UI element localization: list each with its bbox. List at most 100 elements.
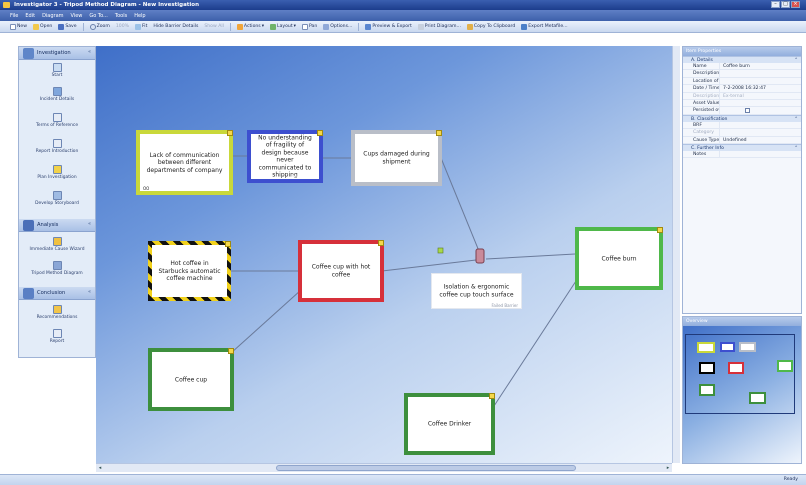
actions-button[interactable]: Actions ▾: [235, 22, 266, 31]
diagram-node-cups-damaged[interactable]: Cups damaged during shipment Preconditio…: [351, 130, 442, 186]
node-handle-icon[interactable]: [225, 241, 231, 247]
nav-item-label: Immediate Cause Wizard: [29, 247, 85, 252]
diagram-node-isolation-barrier[interactable]: Isolation & ergonomic coffee cup touch s…: [431, 273, 522, 309]
prop-value[interactable]: Undefined: [719, 136, 801, 143]
node-handle-icon[interactable]: [436, 130, 442, 136]
nav-group-analysis[interactable]: Analysis «: [19, 219, 95, 232]
prop-row-notes[interactable]: Notes: [683, 150, 801, 159]
node-handle-icon[interactable]: [657, 227, 663, 233]
menu-file[interactable]: File: [10, 13, 18, 19]
prop-row-brf[interactable]: BRF: [683, 121, 801, 130]
menu-goto[interactable]: Go To...: [89, 13, 107, 19]
zoom-value-field[interactable]: 100%: [114, 22, 131, 31]
scroll-right-icon[interactable]: ▸: [664, 464, 672, 472]
diagram-node-coffee-cup-with-hot-coffee[interactable]: Coffee cup with hot coffee Event: [298, 240, 384, 302]
preview-export-button[interactable]: Preview & Export: [363, 22, 413, 31]
preview-icon: [365, 23, 372, 30]
prop-value[interactable]: [719, 150, 801, 158]
diagram-node-coffee-burn[interactable]: Coffee burn Event: [575, 227, 663, 290]
hide-barrier-details-button[interactable]: Hide Barrier Details: [151, 22, 200, 31]
diagram-node-coffee-drinker[interactable]: Coffee Drinker Object: [404, 393, 495, 455]
prop-row-date-time[interactable]: Date / Time 7-2-2008 16:32:47: [683, 85, 801, 93]
prop-key: Date / Time: [693, 86, 719, 92]
menu-tools[interactable]: Tools: [115, 13, 127, 19]
collapse-chevron-icon[interactable]: «: [88, 221, 91, 227]
print-diagram-button[interactable]: Print Diagram...: [416, 22, 463, 31]
open-button[interactable]: Open: [31, 22, 54, 31]
menu-edit[interactable]: Edit: [25, 13, 35, 19]
diagram-canvas[interactable]: Lack of communication between different …: [96, 46, 672, 463]
prop-value[interactable]: [719, 121, 801, 129]
collapse-chevron-icon[interactable]: «: [88, 289, 91, 295]
node-handle-icon[interactable]: [489, 393, 495, 399]
close-icon[interactable]: ×: [791, 1, 800, 8]
nav-item-immediate-cause-wizard[interactable]: Immediate Cause Wizard: [19, 237, 95, 252]
menu-help[interactable]: Help: [134, 13, 145, 19]
section-further-info[interactable]: C. Further Info ⌃: [683, 143, 801, 152]
nav-item-report[interactable]: Report: [19, 329, 95, 344]
horizontal-scroll-thumb[interactable]: [276, 465, 576, 471]
nav-item-incident-details[interactable]: Incident Details: [19, 87, 95, 102]
barrier-filter-select[interactable]: Show All: [202, 22, 226, 31]
persisted-checkbox[interactable]: [745, 108, 750, 114]
prop-row-location[interactable]: Location of Event: [683, 77, 801, 86]
copy-clipboard-button[interactable]: Copy To Clipboard: [465, 22, 517, 31]
prop-value[interactable]: [719, 129, 801, 136]
prop-row-description-ext[interactable]: Description ExteEx-ternal: [683, 92, 801, 100]
prop-value[interactable]: [719, 77, 801, 85]
diagram-node-lack-of-communication[interactable]: Lack of communication between different …: [136, 130, 233, 195]
menu-view[interactable]: View: [71, 13, 83, 19]
save-button[interactable]: Save: [56, 22, 78, 31]
prop-value[interactable]: 7-2-2008 16:32:47: [719, 85, 801, 92]
prop-row-persisted[interactable]: Persisted over pa: [683, 107, 801, 115]
prop-row-name[interactable]: Name Coffee burn: [683, 63, 801, 71]
collapse-chevron-icon[interactable]: «: [88, 49, 91, 55]
options-button[interactable]: Options...: [321, 22, 354, 31]
zoom-button[interactable]: Zoom: [88, 22, 112, 31]
overview-map[interactable]: [683, 326, 801, 463]
node-handle-icon[interactable]: [378, 240, 384, 246]
pan-button[interactable]: Pan: [300, 22, 319, 31]
menu-diagram[interactable]: Diagram: [42, 13, 63, 19]
prop-row-description[interactable]: Description: [683, 70, 801, 78]
overview-viewport[interactable]: [685, 334, 795, 414]
vertical-scrollbar[interactable]: [672, 46, 680, 463]
prop-row-cause-type[interactable]: Cause Type Undefined: [683, 136, 801, 144]
maximize-icon[interactable]: □: [781, 1, 790, 8]
nav-item-tripod-method-diagram[interactable]: Tripod Method Diagram: [19, 261, 95, 276]
collapse-icon[interactable]: ⌃: [794, 57, 798, 64]
minimize-icon[interactable]: –: [771, 1, 780, 8]
prop-row-category[interactable]: Category: [683, 129, 801, 137]
node-handle-icon[interactable]: [228, 348, 234, 354]
section-classification[interactable]: B. Classification ⌃: [683, 114, 801, 123]
fit-button[interactable]: Fit: [133, 22, 149, 31]
connection-handle-icon[interactable]: [437, 247, 444, 254]
horizontal-scrollbar[interactable]: ◂ ▸: [96, 463, 672, 472]
new-button[interactable]: New: [8, 22, 29, 31]
layout-button[interactable]: Layout ▾: [268, 22, 298, 31]
barrier-marker-icon[interactable]: [475, 248, 485, 264]
nav-item-report-introduction[interactable]: Report Introduction: [19, 139, 95, 154]
prop-value[interactable]: Ex-ternal: [719, 92, 801, 99]
nav-item-start[interactable]: Start: [19, 63, 95, 78]
nav-item-terms-of-reference[interactable]: Terms of Reference: [19, 113, 95, 128]
prop-value[interactable]: Coffee burn: [719, 63, 801, 70]
diagram-node-no-understanding[interactable]: No understanding of fragility of design …: [247, 130, 323, 183]
scroll-left-icon[interactable]: ◂: [96, 464, 104, 472]
prop-row-asset-value[interactable]: Asset Value: [683, 99, 801, 108]
nav-item-recommendations[interactable]: Recommendations: [19, 305, 95, 320]
diagram-node-coffee-cup[interactable]: Coffee cup Object: [148, 348, 234, 411]
collapse-icon[interactable]: ⌃: [794, 116, 798, 123]
collapse-icon[interactable]: ⌃: [794, 145, 798, 152]
nav-item-develop-storyboard[interactable]: Develop Storyboard: [19, 191, 95, 206]
nav-item-plan-investigation[interactable]: Plan Investigation: [19, 165, 95, 180]
node-handle-icon[interactable]: [317, 130, 323, 136]
diagram-node-hot-coffee[interactable]: Hot coffee in Starbucks automatic coffee…: [148, 241, 231, 301]
prop-value[interactable]: [719, 70, 801, 77]
nav-group-investigation[interactable]: Investigation «: [19, 47, 95, 60]
section-details[interactable]: A. Details ⌃: [683, 56, 801, 63]
node-handle-icon[interactable]: [227, 130, 233, 136]
nav-group-conclusion[interactable]: Conclusion «: [19, 287, 95, 300]
export-metafile-button[interactable]: Export Metafile...: [519, 22, 569, 31]
prop-value[interactable]: [719, 99, 801, 107]
